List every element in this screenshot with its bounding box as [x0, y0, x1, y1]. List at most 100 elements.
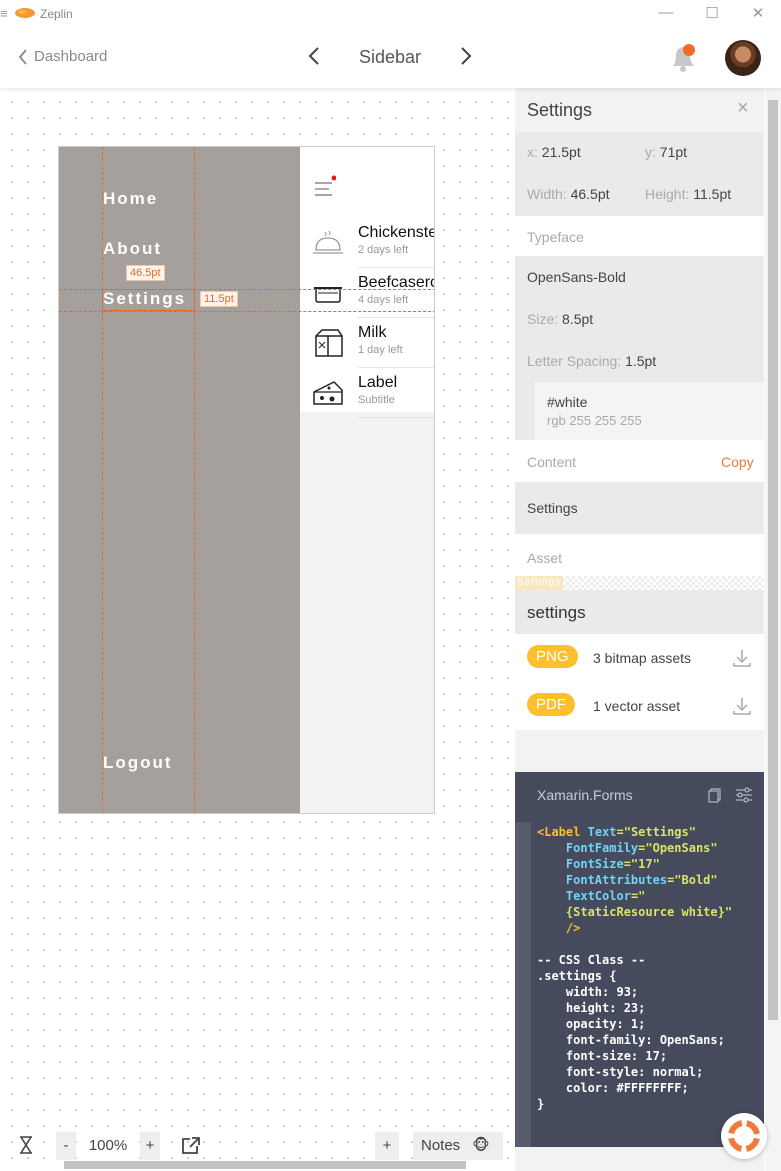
height-measure-label: 11.5pt	[200, 291, 238, 307]
notification-bell-icon[interactable]	[669, 42, 699, 74]
size-value: 8.5pt	[562, 311, 594, 327]
next-screen-icon[interactable]	[460, 46, 472, 66]
item-title: Chickenstew	[358, 224, 434, 241]
asset-label: Asset	[527, 550, 563, 566]
app-name: Zeplin	[40, 7, 73, 21]
content-value: Settings	[527, 500, 578, 516]
divider	[358, 417, 434, 418]
minimize-button[interactable]: —	[651, 4, 681, 21]
copy-button[interactable]: Copy	[721, 454, 754, 470]
typeface-label: Typeface	[527, 229, 584, 245]
layer-about[interactable]: About	[103, 239, 162, 259]
artboard[interactable]: Home About Settings Logout Chickenstew 2…	[58, 146, 435, 814]
artboard-sidebar: Home About Settings Logout	[59, 147, 300, 813]
panel-scrollbar[interactable]	[765, 88, 781, 1171]
download-icon[interactable]	[732, 648, 752, 668]
maximize-button[interactable]: ☐	[697, 4, 727, 22]
list-item[interactable]: Milk 1 day left	[300, 318, 434, 368]
guide-line	[59, 311, 434, 312]
asset-downloads: PNG 3 bitmap assets PDF 1 vector asset	[515, 634, 764, 730]
color-section[interactable]: #white rgb 255 255 255	[515, 382, 764, 440]
settings-sliders-icon[interactable]	[735, 787, 753, 803]
color-swatch-white	[535, 382, 764, 440]
content-section: Settings	[515, 482, 764, 534]
code-panel: Xamarin.Forms <Label Text="Settings" Fon…	[515, 772, 764, 1147]
item-subtitle: 1 day left	[358, 344, 403, 356]
font-name: OpenSans-Bold	[527, 269, 626, 285]
back-to-dashboard-link[interactable]: Dashboard	[18, 48, 107, 65]
zoom-in-button[interactable]: +	[140, 1132, 160, 1160]
content-header: Content Copy	[515, 440, 764, 482]
height-label: Height:	[645, 186, 690, 202]
panel-title: Settings	[527, 100, 593, 120]
close-window-button[interactable]: ✕	[743, 4, 773, 22]
typeface-header: Typeface	[515, 216, 764, 256]
typeface-section: OpenSans-Bold Size: 8.5pt Letter Spacing…	[515, 256, 764, 382]
menu-icon[interactable]: ≡	[0, 6, 8, 21]
close-panel-icon[interactable]: ×	[737, 97, 749, 120]
cheese-icon	[313, 381, 343, 405]
layer-home[interactable]: Home	[103, 189, 158, 209]
milk-carton-icon	[315, 329, 343, 357]
pot-icon	[314, 287, 342, 303]
monkey-icon: 🐵	[472, 1137, 490, 1154]
avatar[interactable]	[725, 40, 761, 76]
code-gutter	[515, 822, 531, 1147]
zoom-out-button[interactable]: -	[56, 1132, 76, 1160]
png-badge: PNG	[527, 645, 578, 668]
zeplin-logo-icon	[15, 8, 35, 18]
y-value: 71pt	[659, 144, 688, 160]
screen-title: Sidebar	[358, 47, 422, 67]
width-label: Width:	[527, 186, 567, 202]
color-rgb: rgb 255 255 255	[547, 413, 642, 428]
list-item[interactable]: Label Subtitle	[300, 368, 434, 418]
zoom-level: 100%	[80, 1132, 136, 1160]
hamburger-icon	[315, 175, 336, 196]
code-platform[interactable]: Xamarin.Forms	[537, 787, 633, 803]
open-external-icon[interactable]	[180, 1136, 202, 1156]
canvas[interactable]: Home About Settings Logout Chickenstew 2…	[0, 88, 515, 1171]
notes-label: Notes	[421, 1137, 461, 1154]
help-button[interactable]	[721, 1113, 767, 1159]
chevron-left-icon	[18, 48, 27, 65]
pdf-description: 1 vector asset	[593, 698, 681, 714]
artboard-list: Chickenstew 2 days left Beefcaserole 4 d…	[300, 147, 434, 418]
previous-screen-icon[interactable]	[308, 46, 320, 66]
asset-name: settings	[527, 603, 586, 622]
guide-line	[102, 147, 103, 813]
width-measure-label: 46.5pt	[126, 265, 165, 281]
add-button[interactable]: +	[375, 1132, 399, 1160]
canvas-scrollbar[interactable]	[0, 1158, 515, 1171]
letter-spacing-label: Letter Spacing:	[527, 353, 622, 369]
height-value: 11.5pt	[693, 186, 732, 202]
item-subtitle: 4 days left	[358, 294, 409, 306]
asset-preview-text: Settings	[515, 576, 564, 590]
item-subtitle: Subtitle	[358, 394, 395, 406]
panel-header: Settings ×	[515, 88, 764, 132]
scrollbar-thumb[interactable]	[64, 1161, 466, 1169]
notes-button[interactable]: Notes 🐵	[413, 1132, 503, 1160]
item-subtitle: 2 days left	[358, 244, 409, 256]
x-value: 21.5pt	[541, 144, 581, 160]
code-block[interactable]: <Label Text="Settings" FontFamily="OpenS…	[537, 824, 732, 1112]
copy-code-icon[interactable]	[707, 787, 723, 803]
list-item[interactable]: Chickenstew 2 days left	[300, 218, 434, 268]
title-bar: ≡ Zeplin — ☐ ✕	[0, 0, 781, 28]
guide-line	[194, 147, 195, 813]
pdf-badge: PDF	[527, 693, 575, 716]
scrollbar-thumb[interactable]	[768, 100, 778, 1020]
width-value: 46.5pt	[570, 186, 610, 202]
selection-box	[102, 289, 195, 311]
item-title: Milk	[358, 324, 387, 341]
asset-name-row: settings	[515, 590, 764, 634]
size-label: Size:	[527, 311, 559, 327]
hourglass-icon[interactable]	[18, 1136, 34, 1154]
download-icon[interactable]	[732, 696, 752, 716]
y-label: y:	[645, 144, 656, 160]
asset-preview-strip: Settings	[515, 576, 764, 590]
layer-logout[interactable]: Logout	[103, 753, 173, 773]
letter-spacing-value: 1.5pt	[625, 353, 657, 369]
asset-header: Asset	[515, 534, 764, 576]
header: Dashboard Sidebar	[0, 28, 781, 88]
lifebuoy-icon	[728, 1120, 760, 1152]
